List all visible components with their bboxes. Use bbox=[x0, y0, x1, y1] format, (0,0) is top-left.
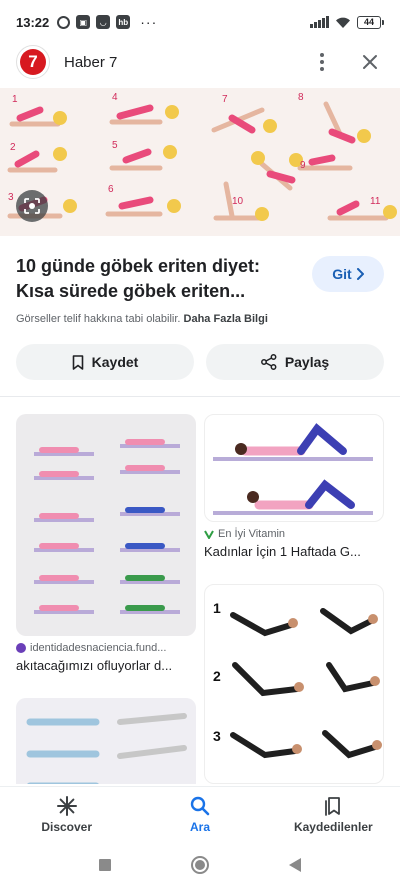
hb-icon: hb bbox=[116, 15, 131, 29]
visit-button[interactable]: Git bbox=[312, 256, 384, 292]
result-title[interactable]: 10 günde göbek eriten diyet: Kısa sürede… bbox=[16, 254, 296, 304]
source-name[interactable]: Haber 7 bbox=[64, 54, 117, 71]
related-card[interactable]: 1 2 3 bbox=[204, 584, 384, 784]
related-card[interactable]: En İyi Vitamin Kadınlar İçin 1 Haftada G… bbox=[204, 414, 384, 559]
nav-search-label: Ara bbox=[189, 820, 210, 834]
divider bbox=[0, 396, 400, 397]
related-source: identidadesnaciencia.fund... bbox=[30, 642, 167, 654]
nav-search[interactable]: Ara bbox=[133, 787, 266, 842]
nav-discover[interactable]: Discover bbox=[0, 787, 133, 842]
step-number: 9 bbox=[300, 160, 306, 171]
search-icon bbox=[190, 796, 210, 816]
battery-level: 44 bbox=[357, 15, 381, 29]
related-card[interactable]: identidadesnaciencia.fund... akıtacağımı… bbox=[16, 414, 196, 673]
action-row: Kaydet Paylaş bbox=[16, 344, 384, 380]
nav-saved-label: Kaydedilenler bbox=[293, 820, 373, 834]
related-source: En İyi Vitamin bbox=[218, 528, 286, 540]
step-number: 6 bbox=[108, 184, 114, 195]
signal-icon bbox=[310, 16, 329, 28]
status-notification-icons: ▣ ◡ hb ··· bbox=[57, 14, 157, 30]
related-title[interactable]: akıtacağımızı ofluyorlar d... bbox=[16, 658, 196, 673]
step-number: 3 bbox=[213, 728, 221, 744]
save-label: Kaydet bbox=[91, 354, 139, 370]
status-bar: 13:22 ▣ ◡ hb ··· 44 bbox=[0, 0, 400, 44]
related-image[interactable] bbox=[16, 698, 196, 784]
step-number: 1 bbox=[12, 94, 18, 105]
step-number: 4 bbox=[112, 92, 118, 103]
related-card[interactable] bbox=[16, 698, 196, 784]
nav-saved[interactable]: Kaydedilenler bbox=[267, 787, 400, 842]
status-right: 44 bbox=[310, 15, 384, 29]
related-images-grid: identidadesnaciencia.fund... akıtacağımı… bbox=[16, 414, 384, 784]
more-info-link[interactable]: Daha Fazla Bilgi bbox=[184, 313, 268, 325]
step-number: 2 bbox=[213, 668, 221, 684]
save-button[interactable]: Kaydet bbox=[16, 344, 194, 380]
bookmark-icon bbox=[72, 354, 83, 370]
step-number: 2 bbox=[10, 142, 16, 153]
discover-icon bbox=[56, 796, 77, 816]
back-icon[interactable] bbox=[288, 857, 302, 873]
viewer-header: 7 Haber 7 bbox=[0, 44, 400, 80]
battery-icon: 44 bbox=[357, 15, 384, 29]
visit-label: Git bbox=[332, 266, 352, 282]
copyright-notice: Görseller telif hakkına tabi olabilir. D… bbox=[16, 313, 268, 325]
share-button[interactable]: Paylaş bbox=[206, 344, 384, 380]
copyright-text: Görseller telif hakkına tabi olabilir. bbox=[16, 313, 181, 325]
lens-icon bbox=[24, 198, 40, 214]
related-title[interactable]: Kadınlar İçin 1 Haftada G... bbox=[204, 544, 384, 559]
system-navigation bbox=[0, 842, 400, 888]
result-title-row: 10 günde göbek eriten diyet: Kısa sürede… bbox=[16, 254, 384, 304]
exercise-illustration: 1 2 3 4 5 6 7 8 9 10 11 bbox=[0, 88, 400, 236]
more-options-icon[interactable] bbox=[308, 48, 336, 76]
home-icon[interactable] bbox=[190, 855, 210, 875]
app-icon: ▣ bbox=[76, 15, 91, 29]
share-label: Paylaş bbox=[284, 354, 330, 370]
close-icon[interactable] bbox=[356, 48, 384, 76]
step-number: 3 bbox=[8, 192, 14, 203]
related-image[interactable]: 1 2 3 bbox=[204, 584, 384, 784]
step-number: 8 bbox=[298, 92, 304, 103]
chevron-right-icon bbox=[356, 268, 364, 280]
bottom-navigation: Discover Ara Kaydedilenler bbox=[0, 786, 400, 842]
vitamin-logo-icon bbox=[204, 530, 214, 539]
step-number: 5 bbox=[112, 140, 118, 151]
hero-image[interactable]: 1 2 3 4 5 6 7 8 9 10 11 bbox=[0, 88, 400, 236]
source-favicon-icon bbox=[16, 643, 26, 653]
app-icon: ◡ bbox=[96, 15, 111, 29]
source-logo-mark: 7 bbox=[20, 49, 46, 75]
share-icon bbox=[260, 354, 277, 370]
wifi-icon bbox=[336, 17, 350, 28]
alarm-icon bbox=[57, 15, 71, 29]
step-number: 11 bbox=[370, 196, 381, 207]
recent-apps-icon[interactable] bbox=[98, 858, 112, 872]
saved-icon bbox=[325, 797, 341, 816]
related-image[interactable] bbox=[204, 414, 384, 522]
nav-discover-label: Discover bbox=[41, 820, 93, 834]
step-number: 10 bbox=[232, 196, 244, 207]
more-notifications-icon: ··· bbox=[140, 14, 158, 30]
status-time: 13:22 bbox=[16, 14, 50, 30]
lens-button[interactable] bbox=[16, 190, 48, 222]
step-number: 1 bbox=[213, 600, 221, 616]
step-number: 7 bbox=[222, 94, 228, 105]
related-image[interactable] bbox=[16, 414, 196, 636]
source-logo[interactable]: 7 bbox=[16, 45, 50, 79]
